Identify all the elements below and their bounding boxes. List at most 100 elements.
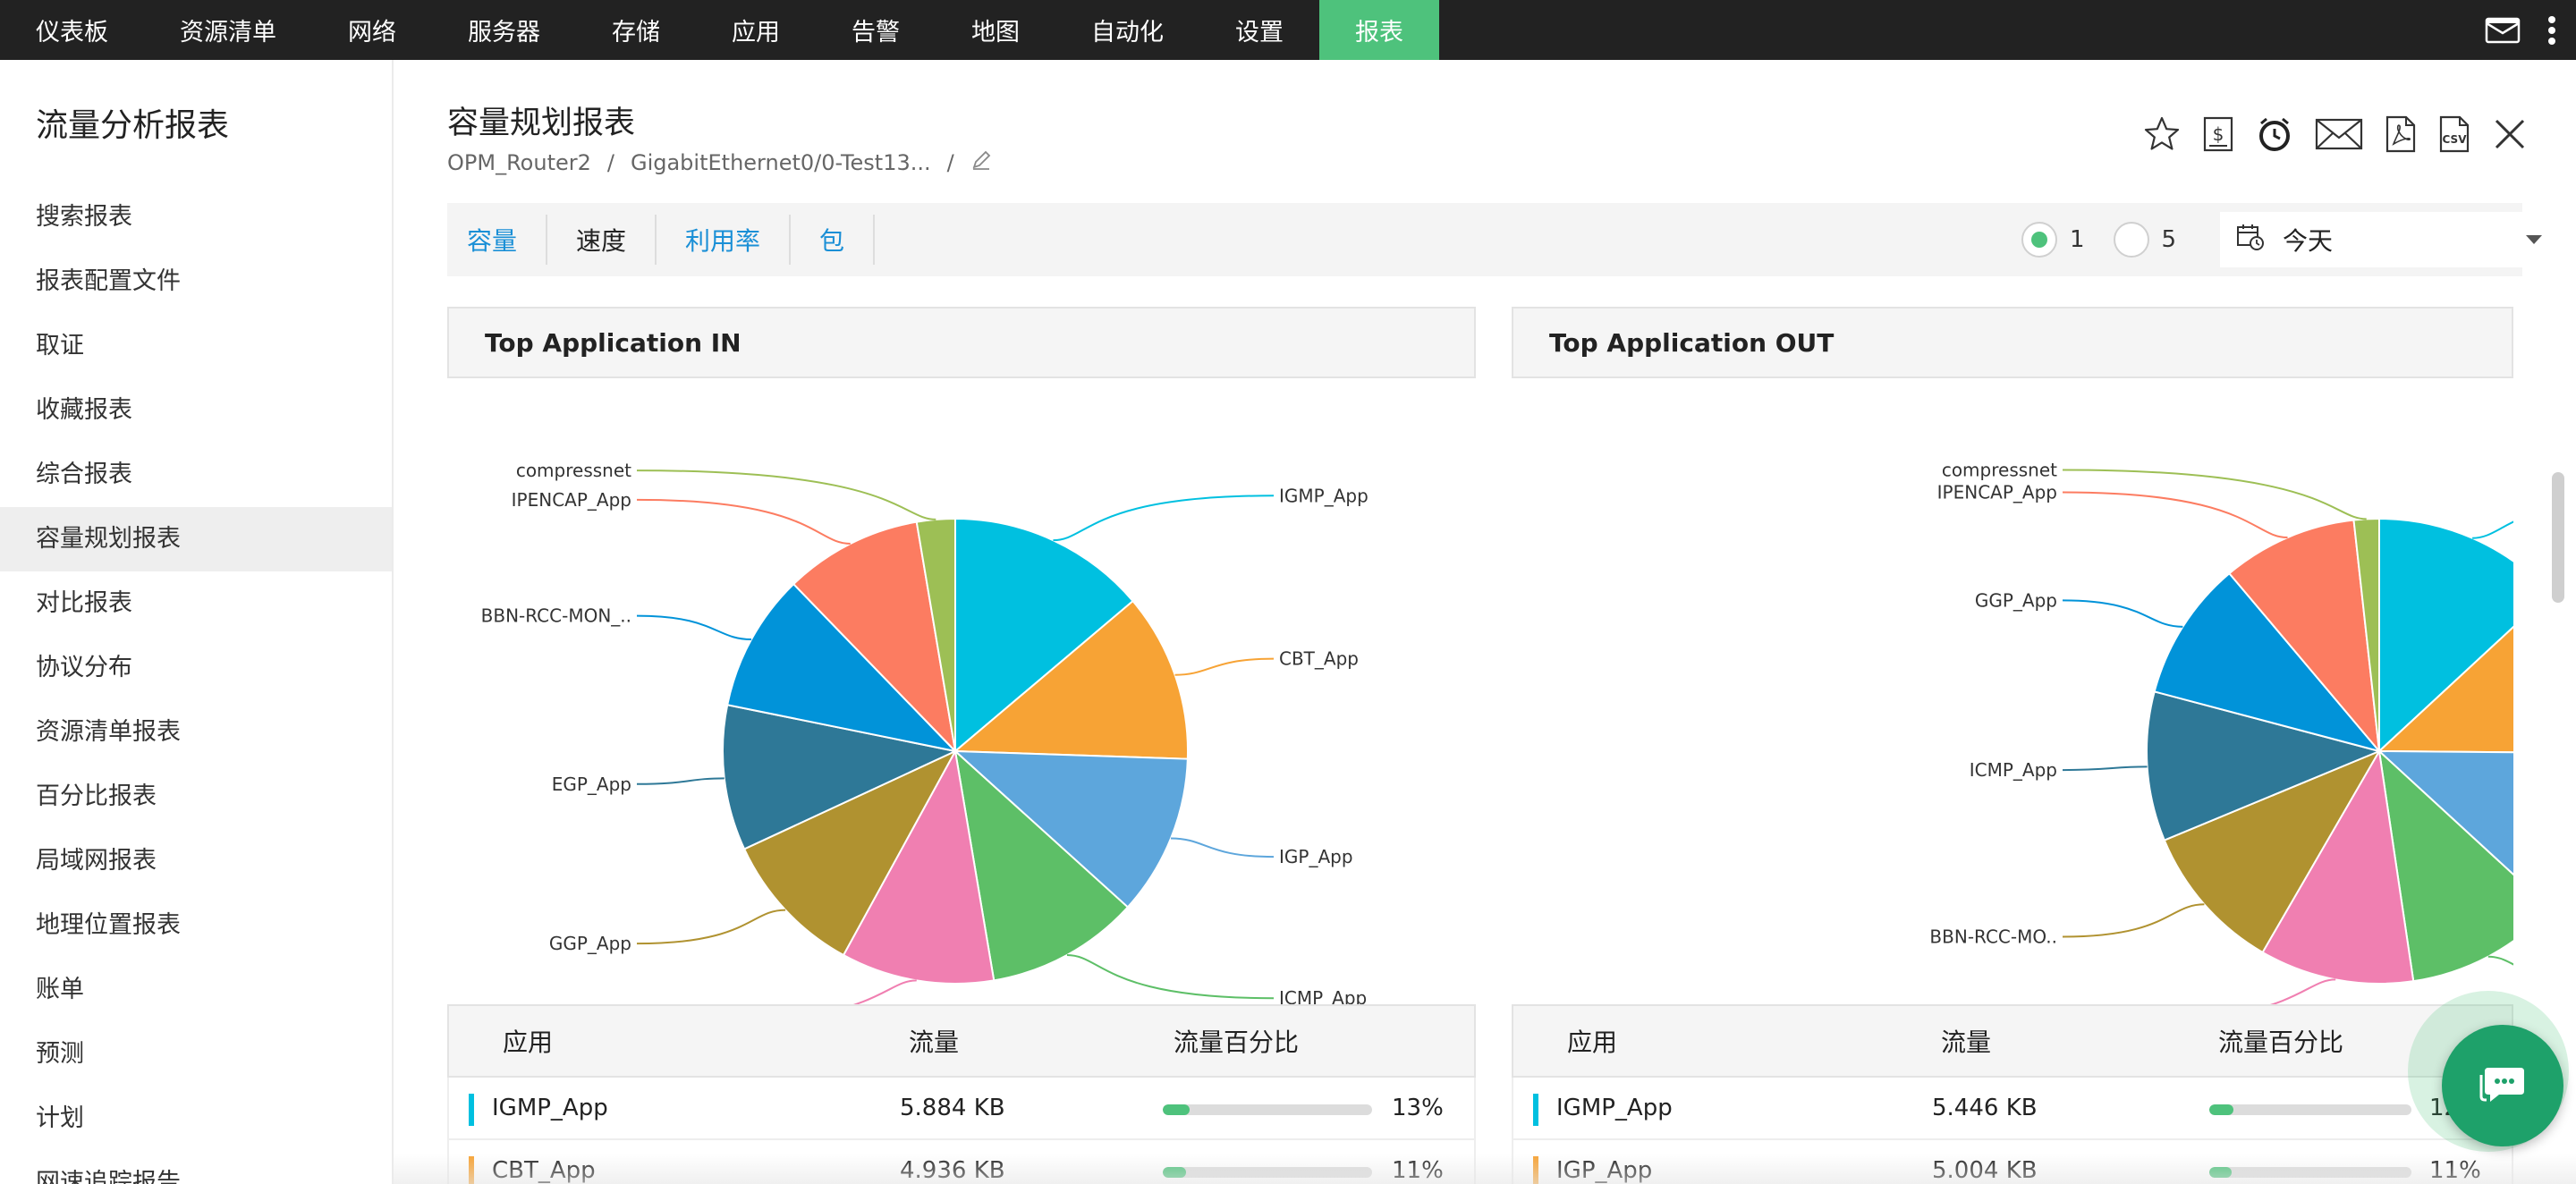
col-header-percent[interactable]: 流量百分比 [1174, 1023, 1299, 1059]
sidebar-item-lan-reports[interactable]: 局域网报表 [0, 829, 392, 893]
more-vertical-icon[interactable] [2547, 15, 2556, 46]
radio-top-5[interactable]: 5 [2113, 222, 2177, 258]
radio-label: 5 [2161, 226, 2177, 253]
sidebar-item-forensics[interactable]: 取证 [0, 314, 392, 378]
sidebar-item-billing[interactable]: 账单 [0, 958, 392, 1022]
percent-bar-fill [2209, 1167, 2232, 1178]
cell-percent: 13% [1392, 1095, 1444, 1121]
sidebar-item-report-profiles[interactable]: 报表配置文件 [0, 249, 392, 314]
sidebar-item-consolidated-reports[interactable]: 综合报表 [0, 443, 392, 507]
percent-bar [2209, 1104, 2411, 1115]
tab-packets[interactable]: 包 [791, 215, 876, 265]
nav-item-dashboard[interactable]: 仪表板 [0, 0, 144, 60]
email-icon[interactable] [2315, 116, 2363, 152]
nav-item-storage[interactable]: 存储 [576, 0, 696, 60]
nav-item-automation[interactable]: 自动化 [1055, 0, 1199, 60]
col-header-app[interactable]: 应用 [1567, 1023, 1617, 1059]
table-header: 应用 流量 流量百分比 [447, 1004, 1476, 1078]
pie-label: GGP_App [1975, 589, 2057, 611]
row-color-marker [469, 1094, 474, 1126]
chevron-down-icon [2526, 235, 2542, 244]
top-n-radio-group: 1 5 [2021, 203, 2176, 276]
mail-tray-icon[interactable] [2485, 16, 2521, 45]
sidebar-item-inventory-reports[interactable]: 资源清单报表 [0, 700, 392, 765]
table-out: 应用 流量 流量百分比 IGMP_App 5.446 KB 12% IGP_Ap… [1512, 1004, 2513, 1184]
pie-leader-line [2062, 491, 2288, 539]
sidebar-item-speed-tracking[interactable]: 网速追踪报告 [0, 1151, 392, 1184]
pie-leader-line [636, 909, 786, 945]
radio-circle[interactable] [2113, 222, 2149, 258]
breadcrumb-device[interactable]: OPM_Router2 [447, 150, 591, 175]
sidebar-item-protocol-distribution[interactable]: 协议分布 [0, 636, 392, 700]
pdf-icon[interactable] [2385, 115, 2417, 153]
chat-bubble-icon [2479, 1068, 2524, 1102]
sidebar-item-favorite-reports[interactable]: 收藏报表 [0, 378, 392, 443]
csv-icon[interactable]: CSV [2438, 115, 2470, 153]
sidebar-item-geo-reports[interactable]: 地理位置报表 [0, 893, 392, 958]
percent-bar [1163, 1167, 1372, 1178]
table-row[interactable]: CBT_App 4.936 KB 11% [447, 1140, 1476, 1184]
sidebar-item-capacity-planning[interactable]: 容量规划报表 [0, 507, 392, 571]
svg-text:$: $ [2213, 123, 2224, 145]
sidebar-item-schedule[interactable]: 计划 [0, 1087, 392, 1151]
pie-label: compressnet [1942, 459, 2057, 480]
col-header-percent[interactable]: 流量百分比 [2218, 1023, 2343, 1059]
tab-speed[interactable]: 速度 [547, 215, 657, 265]
pie-leader-line [1053, 495, 1275, 542]
close-icon[interactable] [2492, 116, 2528, 152]
tab-volume[interactable]: 容量 [447, 215, 548, 265]
nav-item-reports[interactable]: 报表 [1319, 0, 1439, 60]
row-color-marker [1533, 1094, 1538, 1126]
pie-leader-line [2062, 599, 2183, 628]
table-row[interactable]: IGMP_App 5.884 KB 13% [447, 1078, 1476, 1140]
breadcrumb-separator: / [606, 150, 614, 175]
cell-traffic: 5.884 KB [900, 1095, 1005, 1121]
nav-right-tools [2485, 0, 2576, 60]
chat-button[interactable] [2442, 1025, 2563, 1146]
pie-leader-line [636, 614, 751, 641]
schedule-icon[interactable] [2256, 115, 2293, 153]
pie-label: BBN-RCC-MON_.. [481, 605, 631, 627]
pie-label: compressnet [516, 460, 631, 481]
breadcrumb: OPM_Router2 / GigabitEthernet0/0-Test13.… [447, 149, 992, 176]
radio-top-1[interactable]: 1 [2021, 222, 2085, 258]
col-header-app[interactable]: 应用 [503, 1023, 553, 1059]
table-row[interactable]: IGMP_App 5.446 KB 12% [1512, 1078, 2513, 1140]
pie-leader-line [1174, 657, 1275, 676]
sidebar-item-percentile-reports[interactable]: 百分比报表 [0, 765, 392, 829]
pie-leader-line [1066, 954, 1275, 1000]
col-header-traffic[interactable]: 流量 [1941, 1023, 1991, 1059]
date-range-select[interactable]: 今天 [2220, 212, 2558, 267]
pie-label: IGP_App [1279, 846, 1353, 867]
panel-title: Top Application OUT [1549, 327, 1835, 358]
nav-item-alarms[interactable]: 告警 [816, 0, 936, 60]
percent-bar-fill [1163, 1167, 1186, 1178]
sidebar-item-search-reports[interactable]: 搜索报表 [0, 185, 392, 249]
nav-item-servers[interactable]: 服务器 [432, 0, 576, 60]
star-icon[interactable] [2143, 115, 2181, 153]
nav-item-maps[interactable]: 地图 [936, 0, 1055, 60]
radio-label: 1 [2070, 226, 2085, 253]
nav-item-inventory[interactable]: 资源清单 [144, 0, 312, 60]
pie-leader-line [2062, 903, 2205, 938]
table-row[interactable]: IGP_App 5.004 KB 11% [1512, 1140, 2513, 1184]
sidebar-title: 流量分析报表 [36, 107, 230, 144]
nav-item-settings[interactable]: 设置 [1199, 0, 1319, 60]
pie-chart-in: IGMP_AppCBT_AppIGP_AppICMP_AppST_AppGGP_… [481, 460, 1368, 1008]
radio-circle-checked[interactable] [2021, 222, 2057, 258]
cell-app: IGMP_App [1556, 1095, 1673, 1121]
nav-item-network[interactable]: 网络 [312, 0, 432, 60]
col-header-traffic[interactable]: 流量 [909, 1023, 959, 1059]
sidebar-item-forecast[interactable]: 预测 [0, 1022, 392, 1087]
main-content: 容量规划报表 OPM_Router2 / GigabitEthernet0/0-… [394, 60, 2576, 1184]
tab-utilization[interactable]: 利用率 [657, 215, 792, 265]
nav-item-apps[interactable]: 应用 [696, 0, 816, 60]
invoice-icon[interactable]: $ [2202, 115, 2234, 153]
page-scrollbar[interactable] [2552, 472, 2564, 603]
breadcrumb-interface[interactable]: GigabitEthernet0/0-Test13... [631, 150, 931, 175]
pie-leader-line [2062, 765, 2148, 772]
report-toolbar: $ CSV [2143, 115, 2528, 153]
cell-percent: 11% [2429, 1157, 2481, 1184]
sidebar-item-compare-reports[interactable]: 对比报表 [0, 571, 392, 636]
edit-icon[interactable] [970, 149, 992, 176]
